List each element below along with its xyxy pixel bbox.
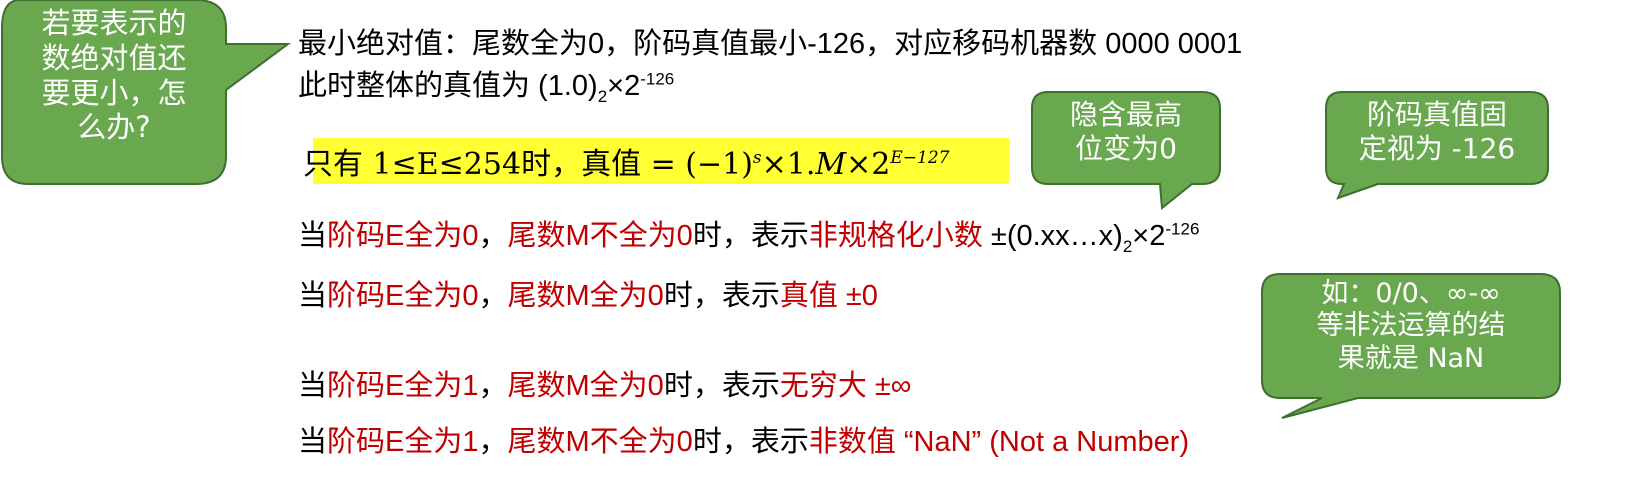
case-exponent: 阶码E全为1 <box>327 370 479 402</box>
true-value-line: 此时整体的真值为 (1.0)2×2-126 <box>298 62 674 107</box>
case-sep: ， <box>478 370 508 402</box>
case-prefix: 当 <box>298 370 328 402</box>
callout-line: 隐含最高 <box>1069 98 1182 131</box>
case-sep: ， <box>478 220 508 252</box>
callout-line: 如：0/0、∞-∞ <box>1321 278 1501 309</box>
case-result: 非规格化小数 <box>808 220 983 252</box>
case-mantissa: 尾数M全为0 <box>507 280 664 312</box>
case-exponent: 阶码E全为0 <box>327 280 479 312</box>
callout-line: 要更小，怎 <box>41 75 187 110</box>
mantissa-symbol: M <box>815 147 847 182</box>
case-mantissa: 尾数M全为0 <box>507 370 664 402</box>
denormal-formula-exp: -126 <box>1165 219 1200 239</box>
case-result: 无穷大 ±∞ <box>779 370 912 402</box>
case-sep: ， <box>478 426 508 458</box>
case-sep: ， <box>478 280 508 312</box>
case-mantissa: 尾数M不全为0 <box>507 426 693 458</box>
denormal-formula-prefix: ±(0.xx…x) <box>982 220 1123 252</box>
formula-times1: ×1. <box>761 147 816 182</box>
true-value-exp: -126 <box>640 69 675 89</box>
case-result: 非数值 “NaN” (Not a Number) <box>808 426 1190 458</box>
callout-line: 阶码真值固 <box>1366 98 1507 131</box>
callout-line: 果就是 NaN <box>1337 342 1485 374</box>
case-exponent: 阶码E全为1 <box>327 426 479 458</box>
case-prefix: 当 <box>298 280 328 312</box>
callout-exponent: 阶码真值固 定视为 -126 <box>1325 91 1550 202</box>
callout-nan: 如：0/0、∞-∞ 等非法运算的结 果就是 NaN <box>1261 273 1562 424</box>
sign-symbol: s <box>752 148 762 168</box>
callout-smaller-value: 若要表示的 数绝对值还 要更小，怎 么办? <box>0 0 292 190</box>
case-denormal: 当阶码E全为0，尾数M不全为0时，表示非规格化小数 ±(0.xx…x)2×2-1… <box>298 212 1199 257</box>
denormal-formula-mid: ×2 <box>1132 220 1166 252</box>
min-abs-line: 最小绝对值：尾数全为0，阶码真值最小-126，对应移码机器数 0000 0001 <box>298 28 1243 60</box>
true-value-mid: ×2 <box>607 70 641 102</box>
case-nan: 当阶码E全为1，尾数M不全为0时，表示非数值 “NaN” (Not a Numb… <box>298 418 1189 460</box>
formula-times2: ×2 <box>846 147 891 182</box>
formula-exponent: E−127 <box>890 148 950 168</box>
case-zero: 当阶码E全为0，尾数M全为0时，表示真值 ±0 <box>298 272 878 314</box>
case-mid: 时，表示 <box>692 220 809 252</box>
callout-hidden-bit: 隐含最高 位变为0 <box>1031 91 1222 212</box>
case-infinity: 当阶码E全为1，尾数M全为0时，表示无穷大 ±∞ <box>298 362 911 404</box>
case-prefix: 当 <box>298 426 328 458</box>
true-value-prefix: 此时整体的真值为 (1.0) <box>298 70 598 102</box>
callout-line: 么办? <box>77 110 151 145</box>
callout-line: 若要表示的 <box>41 6 187 40</box>
case-result: 真值 ±0 <box>779 280 878 312</box>
callout-line: 位变为0 <box>1075 131 1177 165</box>
callout-line: 等非法运算的结 <box>1316 310 1506 342</box>
case-mid: 时，表示 <box>692 426 809 458</box>
only-when: 只有 <box>303 147 373 182</box>
case-exponent: 阶码E全为0 <box>327 220 479 252</box>
callout-line: 数绝对值还 <box>41 40 187 75</box>
case-prefix: 当 <box>298 220 328 252</box>
denormal-formula-sub: 2 <box>1122 236 1133 256</box>
case-mid: 时，表示 <box>663 280 780 312</box>
case-mid: 时，表示 <box>663 370 780 402</box>
case-mantissa: 尾数M不全为0 <box>507 220 693 252</box>
normal-formula-line: 只有 1≤E≤254时，真值 = (−1)s×1.M×2E−127 <box>303 139 949 183</box>
formula-true: 时，真值 = (−1) <box>521 147 753 182</box>
exponent-range: 1≤E≤254 <box>372 147 522 182</box>
true-value-sub: 2 <box>597 86 608 106</box>
callout-line: 定视为 -126 <box>1358 131 1516 165</box>
